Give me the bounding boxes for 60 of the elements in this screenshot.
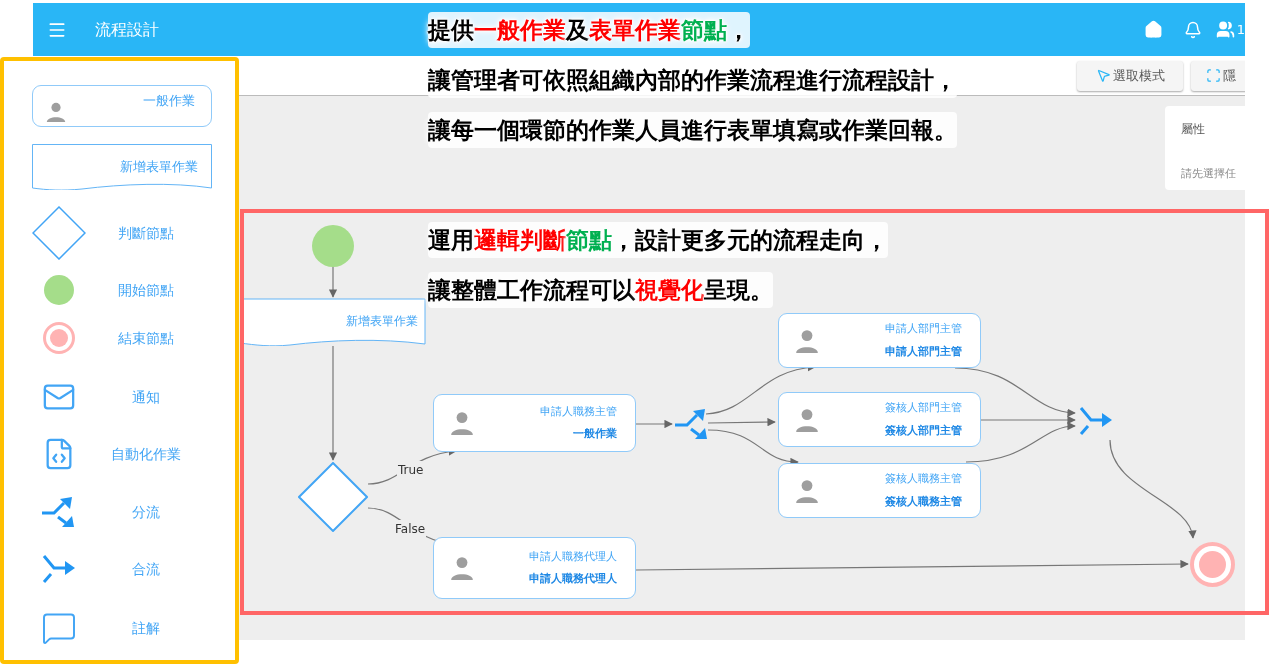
person-icon <box>794 477 820 504</box>
home-icon[interactable] <box>1143 20 1163 39</box>
corner-brackets-icon <box>1206 68 1221 83</box>
node-subtitle: 一般作業 <box>573 426 617 442</box>
panel-hint: 請先選擇任 <box>1181 166 1237 182</box>
node-subtitle: 申請人部門主管 <box>885 343 962 360</box>
palette-label: 通知 <box>132 387 160 407</box>
merge-arrows-icon <box>1078 405 1114 437</box>
person-icon <box>794 406 820 433</box>
form-card[interactable]: 新增表單作業 <box>32 144 212 190</box>
decision-node[interactable] <box>298 462 368 532</box>
task-node[interactable]: 申請人職務主管 一般作業 <box>433 394 636 452</box>
palette-label: 結束節點 <box>118 328 174 348</box>
person-icon <box>449 410 475 436</box>
card-label: 新增表單作業 <box>120 158 198 177</box>
task-card[interactable]: 一般作業 <box>32 85 212 127</box>
task-node[interactable]: 申請人部門主管 申請人部門主管 <box>778 313 981 368</box>
user-count: 1 <box>1236 20 1245 39</box>
task-node[interactable]: 簽核人職務主管 簽核人職務主管 <box>778 463 981 518</box>
card-label: 一般作業 <box>143 92 195 110</box>
edge-label: False <box>394 520 427 538</box>
split-arrows-icon <box>674 408 710 440</box>
annotation-text: 提供一般作業及表單作業節點， <box>428 12 750 48</box>
palette-label: 合流 <box>132 559 160 579</box>
connector-arrow <box>328 266 338 298</box>
node-title: 申請人部門主管 <box>885 321 962 337</box>
task-node[interactable]: 申請人職務代理人 申請人職務代理人 <box>433 537 636 599</box>
palette-label: 分流 <box>132 502 160 522</box>
app-title: 流程設計 <box>95 18 159 41</box>
node-title: 簽核人職務主管 <box>885 471 962 487</box>
bell-icon[interactable] <box>1183 20 1202 39</box>
node-title: 申請人職務代理人 <box>529 548 617 565</box>
annotation-text: 運用邏輯判斷節點，設計更多元的流程走向， <box>428 222 888 258</box>
person-icon <box>45 101 67 123</box>
palette-label: 註解 <box>132 618 160 638</box>
connector-arrow <box>707 417 776 427</box>
toolbar-button[interactable]: 隱 <box>1191 60 1245 91</box>
merge-arrows-icon <box>41 553 77 585</box>
annotation-text: 讓每一個環節的作業人員進行表單填寫或作業回報。 <box>428 112 957 148</box>
person-icon <box>449 555 475 581</box>
palette-label: 判斷節點 <box>118 223 174 243</box>
node-subtitle: 簽核人部門主管 <box>885 422 962 439</box>
toolbar-button[interactable]: 選取模式 <box>1077 60 1183 91</box>
pointer-icon <box>1095 68 1111 83</box>
task-node[interactable]: 簽核人部門主管 簽核人部門主管 <box>778 392 981 447</box>
annotation-text: 讓整體工作流程可以視覺化呈現。 <box>428 272 773 308</box>
connector-arrow <box>635 419 673 429</box>
node-title: 申請人職務主管 <box>540 403 617 420</box>
diamond-shape[interactable] <box>32 206 86 260</box>
edge-label: True <box>397 461 425 479</box>
node-label: 新增表單作業 <box>346 313 418 330</box>
split-arrows-icon <box>41 496 77 528</box>
node-title: 簽核人部門主管 <box>885 400 962 416</box>
person-icon <box>794 327 820 354</box>
panel-title: 屬性 <box>1181 121 1206 138</box>
users-icon[interactable] <box>1215 20 1235 39</box>
node-subtitle: 申請人職務代理人 <box>529 571 617 587</box>
palette-label: 開始節點 <box>118 280 174 300</box>
palette-label: 自動化作業 <box>111 444 181 464</box>
node-subtitle: 簽核人職務主管 <box>885 493 962 510</box>
